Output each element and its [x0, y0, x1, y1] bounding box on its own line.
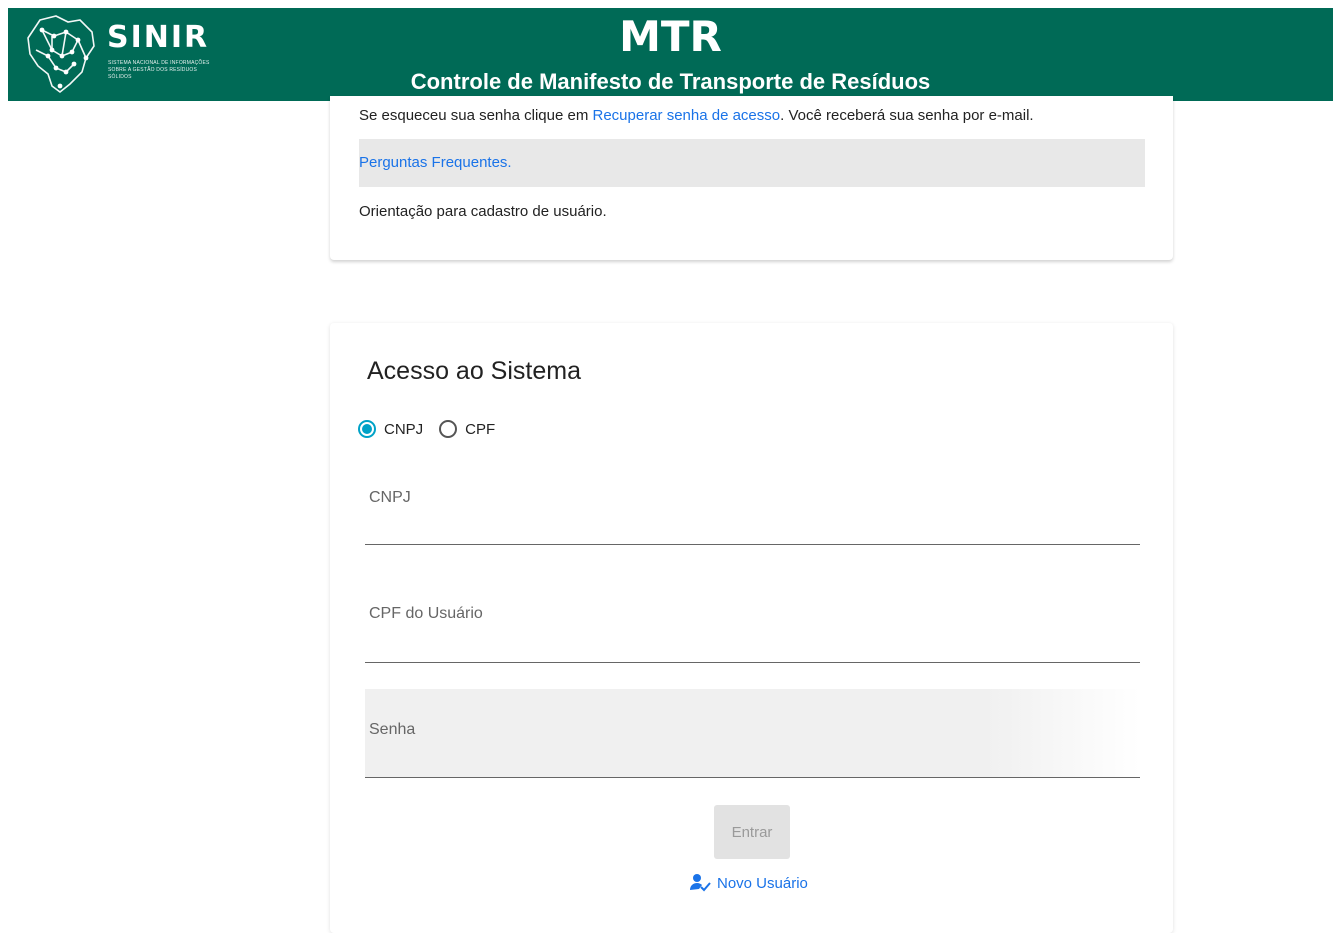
cpf-user-field-label: CPF do Usuário	[369, 605, 483, 622]
radio-cnpj-label[interactable]: CNPJ	[384, 421, 423, 438]
radio-option-cnpj[interactable]: CNPJ	[358, 420, 435, 438]
document-type-radio-group: CNPJ CPF	[358, 413, 511, 445]
password-field-label: Senha	[369, 721, 416, 738]
person-check-icon	[690, 874, 711, 892]
faq-link[interactable]: Perguntas Frequentes.	[359, 154, 512, 171]
info-card: Se esqueceu sua senha clique em Recupera…	[330, 96, 1173, 260]
cpf-user-field[interactable]: CPF do Usuário	[365, 575, 1140, 663]
orientation-line[interactable]: Orientação para cadastro de usuário.	[359, 192, 1145, 232]
radio-cpf-label[interactable]: CPF	[465, 421, 495, 438]
recover-password-line: Se esqueceu sua senha clique em Recupera…	[359, 96, 1145, 138]
recover-prefix: Se esqueceu sua senha clique em	[359, 107, 593, 124]
page-subtitle: Controle de Manifesto de Transporte de R…	[410, 69, 931, 94]
radio-cpf-unchecked[interactable]	[439, 420, 458, 438]
recover-password-link[interactable]: Recuperar senha de acesso	[593, 107, 781, 124]
cnpj-field-label: CNPJ	[369, 489, 411, 506]
faq-line: Perguntas Frequentes.	[359, 139, 1145, 187]
new-user-link[interactable]: Novo Usuário	[690, 868, 808, 898]
recover-suffix: . Você receberá sua senha por e-mail.	[780, 107, 1034, 124]
login-card: Acesso ao Sistema CNPJ CPF CNPJ CPF do U…	[330, 323, 1173, 933]
password-field[interactable]: Senha	[365, 689, 1140, 778]
login-button[interactable]: Entrar	[714, 805, 790, 859]
app-header: SINIR SISTEMA NACIONAL DE INFORMAÇÕES SO…	[8, 8, 1333, 101]
new-user-label[interactable]: Novo Usuário	[717, 875, 808, 892]
page-title: MTR	[619, 12, 722, 61]
radio-option-cpf[interactable]: CPF	[439, 420, 507, 438]
cnpj-field[interactable]: CNPJ	[365, 457, 1140, 545]
radio-cnpj-checked[interactable]	[358, 420, 376, 438]
login-title: Acesso ao Sistema	[367, 357, 581, 385]
